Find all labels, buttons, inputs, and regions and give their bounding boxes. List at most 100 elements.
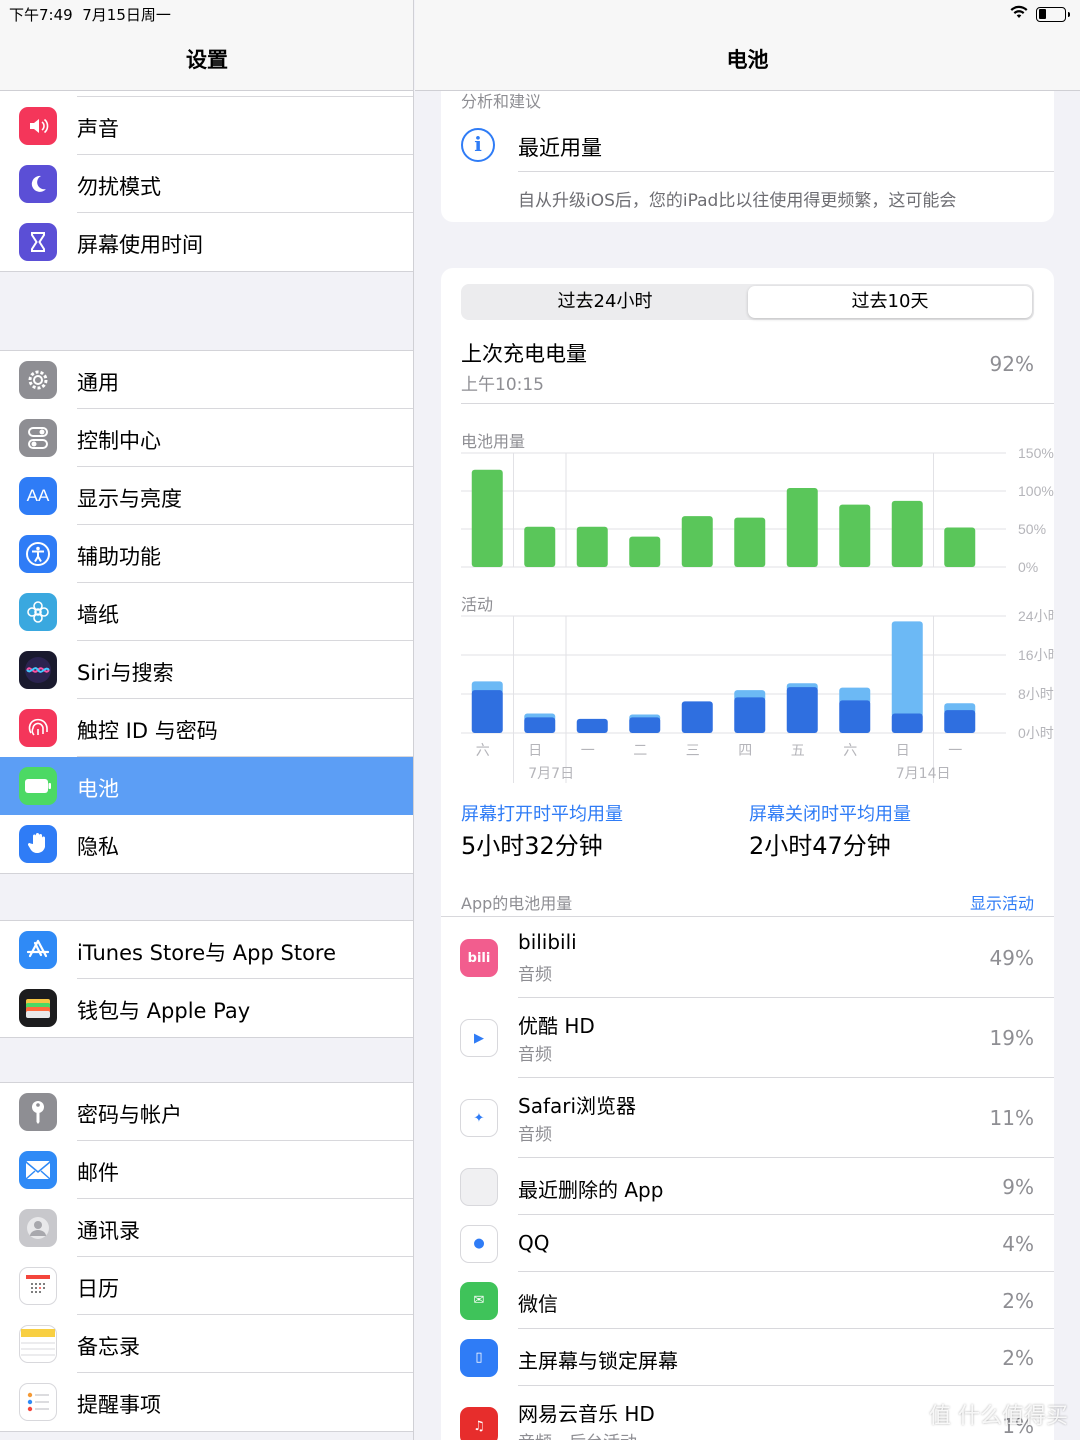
recommendation-body: 自从升级iOS后，您的iPad比以往使用得更频繁，这可能会 — [518, 191, 957, 211]
segment-last-10d[interactable]: 过去10天 — [748, 286, 1032, 318]
x-tick-label: 二 — [633, 743, 647, 759]
sidebar-item-label: 通用 — [77, 371, 119, 395]
sidebar-item[interactable]: 勿扰模式 — [0, 155, 413, 213]
app-usage-percent: 11% — [989, 1106, 1034, 1130]
moon-icon — [19, 165, 57, 203]
sidebar-item[interactable]: 声音 — [0, 97, 413, 155]
battery-icon — [19, 767, 57, 805]
app-usage-type: 音频 — [518, 965, 552, 985]
app-usage-type: 音频 — [518, 1045, 552, 1065]
watermark: 值 什么值得买 — [929, 1404, 1068, 1429]
screen-on-label: 屏幕打开时平均用量 — [461, 804, 623, 825]
apps-header: App的电池用量 — [461, 894, 573, 913]
flower-icon — [19, 593, 57, 631]
mail-icon — [19, 1151, 57, 1189]
y-tick-label: 0小时 — [1018, 725, 1054, 741]
date-label: 7月7日 — [528, 766, 574, 782]
battery-usage-chart: 150% 100% 50% 0% — [461, 445, 1054, 575]
app-usage-row[interactable]: ▶ 优酷 HD 音频 19% — [441, 998, 1054, 1078]
hand-icon — [19, 825, 57, 863]
app-name: Safari浏览器 — [518, 1094, 637, 1118]
app-usage-row[interactable]: ● QQ 4% — [441, 1215, 1054, 1272]
sidebar-item[interactable]: Siri与搜索 — [0, 641, 413, 699]
app-usage-type: 音频、后台活动 — [518, 1428, 637, 1440]
sidebar-item[interactable]: 触控 ID 与密码 — [0, 699, 413, 757]
wallet-icon — [19, 989, 57, 1027]
sidebar-item[interactable]: 钱包与 Apple Pay — [0, 979, 413, 1037]
screen-on-bar — [786, 687, 818, 733]
app-usage-percent: 2% — [1002, 1345, 1034, 1370]
gear-icon — [19, 361, 57, 399]
app-usage-row[interactable]: bili bilibili 音频 49% — [441, 918, 1054, 998]
sidebar-item-label: 通讯录 — [77, 1219, 140, 1243]
x-tick-label: 日 — [896, 743, 910, 759]
app-usage-type: 音频 — [518, 1125, 552, 1145]
screen-on-bar — [576, 718, 608, 733]
sidebar-item[interactable]: 通用 — [0, 351, 413, 409]
netease-music-icon: ♫ — [460, 1407, 498, 1440]
sidebar-item[interactable]: 密码与帐户 — [0, 1083, 413, 1141]
app-usage-row[interactable]: 最近删除的 App 9% — [441, 1158, 1054, 1215]
sidebar-item[interactable]: 屏幕使用时间 — [0, 213, 413, 271]
deleted-app-icon — [460, 1167, 498, 1206]
sidebar-item-label: 辅助功能 — [77, 545, 161, 569]
sidebar-item[interactable]: iTunes Store与 App Store — [0, 921, 413, 979]
app-usage-percent: 4% — [1002, 1231, 1034, 1256]
sidebar-item[interactable]: 隐私 — [0, 815, 413, 873]
sidebar-item[interactable]: 日历 — [0, 1257, 413, 1315]
app-usage-percent: 19% — [989, 1026, 1034, 1050]
sidebar-item-label: 隐私 — [77, 835, 119, 859]
reminders-icon — [19, 1383, 57, 1421]
screen-on-bar — [471, 690, 503, 733]
sidebar-item[interactable]: 通讯录 — [0, 1199, 413, 1257]
show-activity-link[interactable]: 显示活动 — [970, 890, 1034, 914]
app-name: 网易云音乐 HD — [518, 1402, 655, 1426]
battery-bar — [629, 536, 661, 567]
x-tick-label: 日 — [528, 743, 542, 759]
segment-last-24h[interactable]: 过去24小时 — [463, 286, 747, 318]
sidebar-item-label: 密码与帐户 — [77, 1103, 182, 1127]
last-charge-time: 上午10:15 — [461, 375, 544, 395]
hourglass-icon — [19, 223, 57, 261]
notes-icon — [19, 1325, 57, 1363]
text-size-icon: AA — [19, 477, 57, 515]
sidebar-item[interactable]: 辅助功能 — [0, 525, 413, 583]
y-tick-label: 24小时 — [1018, 608, 1054, 624]
settings-group: iTunes Store与 App Store 钱包与 Apple Pay — [0, 920, 413, 1038]
app-usage-percent: 2% — [1002, 1288, 1034, 1313]
home-screen-icon: ▯ — [460, 1338, 498, 1377]
app-name: 最近删除的 App — [518, 1178, 664, 1202]
sidebar-item-label: 邮件 — [77, 1161, 119, 1185]
contacts-icon — [19, 1209, 57, 1247]
app-usage-percent: 9% — [1002, 1174, 1034, 1199]
sidebar-item-label: 墙纸 — [77, 603, 119, 627]
sidebar-item[interactable]: 墙纸 — [0, 583, 413, 641]
screen-on-bar — [681, 701, 713, 733]
app-usage-row[interactable]: ▯ 主屏幕与锁定屏幕 2% — [441, 1329, 1054, 1386]
date-label: 7月14日 — [896, 766, 951, 782]
app-usage-row[interactable]: ✉ 微信 2% — [441, 1272, 1054, 1329]
sidebar-item-label: 日历 — [77, 1277, 119, 1301]
sidebar-item[interactable]: AA 显示与亮度 — [0, 467, 413, 525]
settings-sidebar: 设置 通知声音勿扰模式屏幕使用时间通用控制中心AA显示与亮度辅助功能墙纸Siri… — [0, 0, 414, 1440]
x-tick-label: 三 — [686, 743, 700, 759]
sidebar-item-label: 备忘录 — [77, 1335, 140, 1359]
last-charge-percent: 92% — [989, 352, 1034, 376]
sidebar-item[interactable]: 控制中心 — [0, 409, 413, 467]
app-store-icon — [19, 931, 57, 969]
sidebar-item[interactable]: 电池 — [0, 757, 413, 815]
detail-title: 电池 — [726, 48, 769, 72]
x-tick-label: 一 — [948, 743, 962, 759]
screen-on-bar — [839, 700, 871, 733]
recommendation-title[interactable]: 最近用量 — [518, 132, 602, 162]
app-usage-row[interactable]: ✦ Safari浏览器 音频 11% — [441, 1078, 1054, 1158]
screen-on-bar — [629, 717, 661, 733]
sidebar-item[interactable]: 备忘录 — [0, 1315, 413, 1373]
divider — [518, 171, 1054, 172]
fingerprint-icon — [19, 709, 57, 747]
sidebar-item-label: 屏幕使用时间 — [77, 233, 203, 257]
divider — [461, 403, 1054, 404]
sidebar-item[interactable]: 提醒事项 — [0, 1373, 413, 1431]
sidebar-item[interactable]: 邮件 — [0, 1141, 413, 1199]
screen-on-bar — [944, 710, 976, 733]
